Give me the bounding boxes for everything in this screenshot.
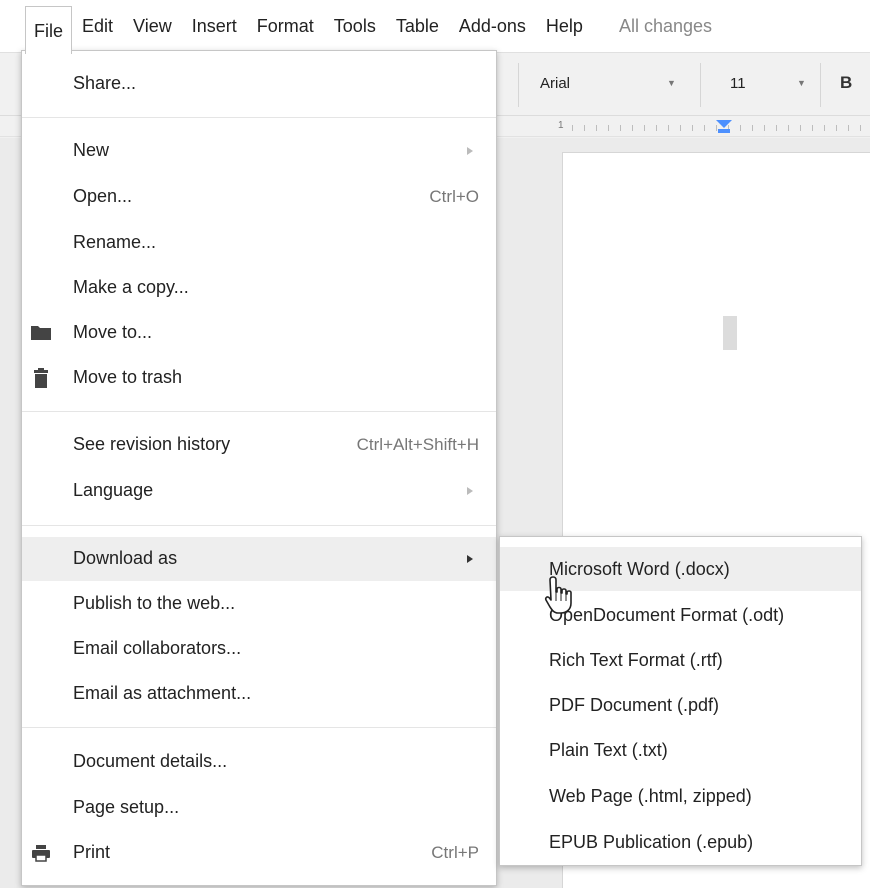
- bold-button[interactable]: B: [840, 73, 852, 93]
- menu-item-publish[interactable]: Publish to the web...: [22, 582, 496, 626]
- menu-item-document-details[interactable]: Document details...: [22, 740, 496, 784]
- menu-item-label: Share...: [73, 73, 137, 93]
- download-txt[interactable]: Plain Text (.txt): [500, 728, 861, 772]
- indent-marker[interactable]: [716, 120, 732, 128]
- menu-addons[interactable]: Add-ons: [449, 6, 536, 46]
- menu-item-label: Document details...: [73, 751, 228, 771]
- save-status[interactable]: All changes: [593, 16, 712, 37]
- folder-icon: [31, 326, 51, 340]
- toolbar-divider: [518, 63, 519, 107]
- download-html[interactable]: Web Page (.html, zipped): [500, 774, 861, 818]
- shortcut-label: Ctrl+Alt+Shift+H: [356, 435, 479, 454]
- menu-item-language[interactable]: Language: [22, 469, 496, 513]
- chevron-down-icon[interactable]: ▼: [797, 78, 806, 88]
- trash-icon: [34, 368, 48, 388]
- menu-table[interactable]: Table: [386, 6, 449, 46]
- menubar: File Edit View Insert Format Tools Table…: [0, 0, 870, 54]
- menu-item-label: Email as attachment...: [73, 683, 252, 703]
- submenu-arrow-icon: [467, 487, 473, 495]
- menu-item-email-attachment[interactable]: Email as attachment...: [22, 672, 496, 716]
- submenu-item-label: PDF Document (.pdf): [549, 695, 720, 715]
- hand-pointer-icon: [544, 576, 572, 614]
- menu-item-label: New: [73, 140, 110, 160]
- menu-help[interactable]: Help: [536, 6, 593, 46]
- submenu-item-label: OpenDocument Format (.odt): [549, 605, 785, 625]
- download-pdf[interactable]: PDF Document (.pdf): [500, 683, 861, 727]
- menu-item-new[interactable]: New: [22, 129, 496, 173]
- menu-divider: [22, 117, 496, 118]
- menu-item-page-setup[interactable]: Page setup...: [22, 786, 496, 830]
- submenu-item-label: Rich Text Format (.rtf): [549, 650, 723, 670]
- docs-window: File Edit View Insert Format Tools Table…: [0, 0, 870, 888]
- menu-item-label: Move to trash: [73, 367, 183, 387]
- menu-divider: [22, 525, 496, 526]
- menu-item-email-collaborators[interactable]: Email collaborators...: [22, 627, 496, 671]
- submenu-arrow-icon: [467, 147, 473, 155]
- menu-item-rename[interactable]: Rename...: [22, 221, 496, 265]
- menu-divider: [22, 411, 496, 412]
- ruler-label: 1: [558, 120, 564, 131]
- menu-item-label: Make a copy...: [73, 277, 189, 297]
- menu-item-open[interactable]: Open... Ctrl+O: [22, 175, 496, 219]
- toolbar-divider: [700, 63, 701, 107]
- menu-file[interactable]: File: [25, 6, 73, 54]
- font-size-select[interactable]: 11: [730, 75, 746, 92]
- chevron-down-icon[interactable]: ▼: [667, 78, 676, 88]
- submenu-item-label: Web Page (.html, zipped): [549, 786, 752, 806]
- submenu-item-label: Plain Text (.txt): [549, 740, 668, 760]
- shortcut-label: Ctrl+O: [429, 187, 479, 206]
- menu-insert[interactable]: Insert: [182, 6, 247, 46]
- menu-item-label: Language: [73, 480, 154, 500]
- text-cursor: [723, 316, 737, 350]
- submenu-arrow-icon: [467, 555, 473, 563]
- menu-format[interactable]: Format: [247, 6, 324, 46]
- menu-item-move-to-trash[interactable]: Move to trash: [22, 356, 496, 400]
- menu-item-revision-history[interactable]: See revision history Ctrl+Alt+Shift+H: [22, 423, 496, 467]
- download-epub[interactable]: EPUB Publication (.epub): [500, 820, 861, 864]
- printer-icon: [32, 845, 50, 862]
- first-line-indent-marker[interactable]: [718, 129, 730, 133]
- menu-item-label: Page setup...: [73, 797, 180, 817]
- menu-item-label: See revision history: [73, 434, 231, 454]
- toolbar-divider: [820, 63, 821, 107]
- menu-item-label: Open...: [73, 186, 133, 206]
- submenu-item-label: EPUB Publication (.epub): [549, 832, 754, 852]
- menu-view[interactable]: View: [123, 6, 182, 46]
- file-menu: Share... New Open... Ctrl+O Rename... Ma…: [21, 50, 497, 886]
- menu-item-download-as[interactable]: Download as: [22, 537, 496, 581]
- shortcut-label: Ctrl+P: [431, 843, 479, 862]
- menu-item-share[interactable]: Share...: [22, 62, 496, 106]
- menu-item-print[interactable]: Print Ctrl+P: [22, 831, 496, 875]
- menu-item-label: Download as: [73, 548, 178, 568]
- menu-item-label: Email collaborators...: [73, 638, 242, 658]
- menu-item-label: Publish to the web...: [73, 593, 236, 613]
- menu-tools[interactable]: Tools: [324, 6, 386, 46]
- menu-item-label: Rename...: [73, 232, 157, 252]
- menu-item-move-to[interactable]: Move to...: [22, 311, 496, 355]
- menu-edit[interactable]: Edit: [72, 6, 123, 46]
- download-rtf[interactable]: Rich Text Format (.rtf): [500, 638, 861, 682]
- menu-item-label: Print: [73, 842, 111, 862]
- menu-item-label: Move to...: [73, 322, 153, 342]
- menu-divider: [22, 727, 496, 728]
- font-select[interactable]: Arial: [540, 75, 570, 92]
- menu-item-make-copy[interactable]: Make a copy...: [22, 266, 496, 310]
